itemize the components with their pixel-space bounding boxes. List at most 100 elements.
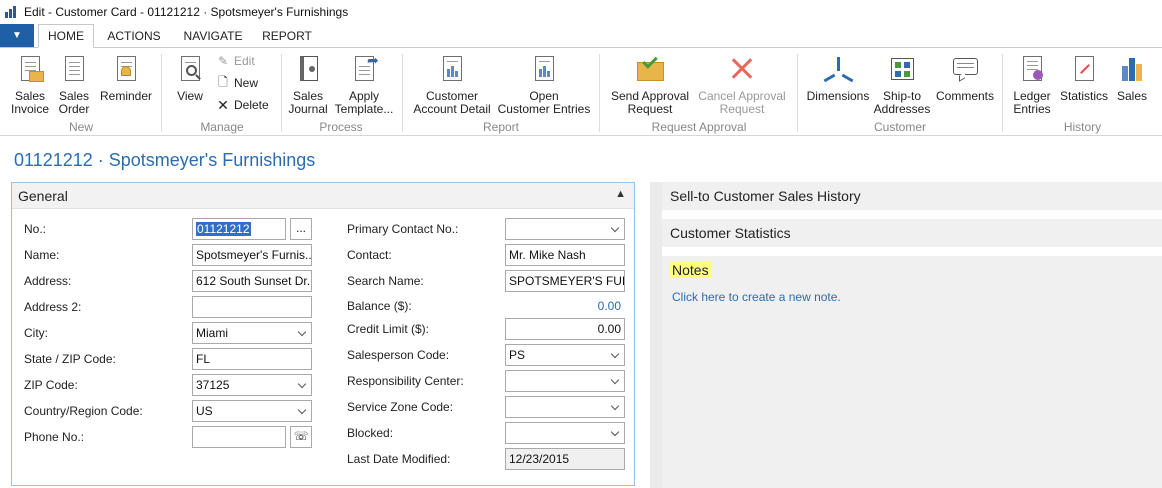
ship-to-addresses-icon xyxy=(886,54,918,86)
send-approval-request-button[interactable]: Send Approval Request xyxy=(606,53,694,116)
sales-button[interactable]: Sales xyxy=(1112,54,1152,103)
cancel-x-icon xyxy=(726,54,758,86)
credit-limit-label: Credit Limit ($): xyxy=(347,322,430,336)
comment-bubble-icon xyxy=(949,54,981,86)
no-field[interactable]: 01121212 xyxy=(192,218,286,240)
blocked-label: Blocked: xyxy=(347,426,394,440)
contact-field[interactable]: Mr. Mike Nash xyxy=(505,244,625,266)
app-logo-icon xyxy=(4,5,18,19)
last-date-modified-field: 12/23/2015 xyxy=(505,448,625,470)
state-field[interactable]: FL xyxy=(192,348,312,370)
group-label-history: History xyxy=(1063,120,1102,134)
balance-value-link[interactable]: 0.00 xyxy=(505,299,621,313)
country-region-label: Country/Region Code: xyxy=(24,404,143,418)
factbox-notes-title: Notes xyxy=(670,262,711,278)
city-select[interactable]: Miami xyxy=(192,322,312,344)
delete-x-icon: ✕ xyxy=(217,96,229,113)
ship-to-addresses-button[interactable]: Ship-to Addresses xyxy=(872,54,932,116)
factbox-divider xyxy=(650,182,662,488)
group-label-process: Process xyxy=(319,120,363,134)
collapse-chevron-icon[interactable]: ▲ xyxy=(615,188,626,200)
ledger-entries-icon xyxy=(1016,54,1048,86)
apply-template-button[interactable]: ➦ Apply Template... xyxy=(334,53,394,116)
service-zone-code-label: Service Zone Code: xyxy=(347,400,454,414)
address-2-field[interactable] xyxy=(192,296,312,318)
report-chart-icon xyxy=(436,54,468,86)
sales-journal-icon xyxy=(292,54,324,86)
sales-invoice-button[interactable]: Sales Invoice xyxy=(6,54,54,116)
search-name-field[interactable]: SPOTSMEYER'S FUR... xyxy=(505,270,625,292)
reminder-button[interactable]: Reminder xyxy=(98,54,154,103)
cancel-approval-request-button[interactable]: Cancel Approval Request xyxy=(694,54,790,116)
dimensions-icon xyxy=(822,54,854,86)
sales-invoice-icon xyxy=(14,54,46,86)
primary-contact-select[interactable] xyxy=(505,218,625,240)
tab-navigate[interactable]: NAVIGATE xyxy=(176,24,250,48)
ledger-entries-button[interactable]: Ledger Entries xyxy=(1008,54,1056,116)
balance-label: Balance ($): xyxy=(347,299,412,313)
no-label: No.: xyxy=(24,222,47,236)
zip-code-select[interactable]: 37125 xyxy=(192,374,312,396)
name-label: Name: xyxy=(24,248,60,262)
apply-template-icon: ➦ xyxy=(348,53,380,86)
no-assist-button[interactable]: ... xyxy=(290,218,312,240)
tab-home[interactable]: HOME xyxy=(38,24,94,48)
new-document-icon: 🗋 xyxy=(218,74,228,89)
address-label: Address: xyxy=(24,274,72,288)
open-customer-entries-button[interactable]: Open Customer Entries xyxy=(496,54,592,116)
comments-button[interactable]: Comments xyxy=(932,54,998,103)
customer-account-detail-button[interactable]: Customer Account Detail xyxy=(410,54,494,116)
ribbon-tabs: ▼ HOME ACTIONS NAVIGATE REPORT xyxy=(0,24,1162,48)
service-zone-code-select[interactable] xyxy=(505,396,625,418)
address-field[interactable]: 612 South Sunset Dr... xyxy=(192,270,312,292)
general-fasttab-header[interactable]: General ▲ xyxy=(12,183,634,209)
reminder-icon xyxy=(110,54,142,86)
factbox-sales-history[interactable]: Sell-to Customer Sales History xyxy=(662,182,1162,210)
sales-order-icon xyxy=(58,54,90,86)
credit-limit-field[interactable]: 0.00 xyxy=(505,318,625,340)
state-zip-label: State / ZIP Code: xyxy=(24,352,116,366)
title-bar: Edit - Customer Card - 01121212 · Spotsm… xyxy=(0,0,1162,24)
factbox-sales-history-title: Sell-to Customer Sales History xyxy=(670,188,861,204)
phone-no-field[interactable] xyxy=(192,426,286,448)
address-2-label: Address 2: xyxy=(24,300,82,314)
sales-bars-icon xyxy=(1116,54,1148,86)
primary-contact-label: Primary Contact No.: xyxy=(347,222,459,236)
group-label-report: Report xyxy=(482,120,520,134)
dimensions-button[interactable]: Dimensions xyxy=(804,54,872,103)
ribbon: Sales Invoice Sales Order Reminder New V… xyxy=(0,48,1162,136)
search-name-label: Search Name: xyxy=(347,274,424,288)
group-label-new: New xyxy=(68,120,93,134)
statistics-button[interactable]: Statistics xyxy=(1056,54,1112,103)
view-button[interactable]: View xyxy=(170,54,210,103)
phone-icon: ☏ xyxy=(293,429,309,443)
phone-no-label: Phone No.: xyxy=(24,430,85,444)
factbox-customer-statistics[interactable]: Customer Statistics xyxy=(662,219,1162,247)
send-approval-envelope-icon xyxy=(634,53,666,86)
blocked-select[interactable] xyxy=(505,422,625,444)
window-title: Edit - Customer Card - 01121212 · Spotsm… xyxy=(24,5,349,19)
edit-button[interactable]: ✎ Edit xyxy=(216,54,255,68)
delete-button[interactable]: ✕ Delete xyxy=(216,96,269,113)
responsibility-center-select[interactable] xyxy=(505,370,625,392)
contact-label: Contact: xyxy=(347,248,392,262)
app-menu-button[interactable]: ▼ xyxy=(0,24,34,47)
statistics-chart-icon xyxy=(1068,54,1100,86)
name-field[interactable]: Spotsmeyer's Furnis... xyxy=(192,244,312,266)
group-label-customer: Customer xyxy=(873,120,926,134)
page-title: 01121212 · Spotsmeyer's Furnishings xyxy=(14,150,316,170)
tab-report[interactable]: REPORT xyxy=(256,24,318,48)
city-label: City: xyxy=(24,326,48,340)
phone-dial-button[interactable]: ☏ xyxy=(290,426,312,448)
zip-code-label: ZIP Code: xyxy=(24,378,78,392)
last-date-modified-label: Last Date Modified: xyxy=(347,452,451,466)
pencil-icon: ✎ xyxy=(217,54,229,68)
country-region-select[interactable]: US xyxy=(192,400,312,422)
create-note-link[interactable]: Click here to create a new note. xyxy=(672,290,841,304)
tab-actions[interactable]: ACTIONS xyxy=(100,24,168,48)
salesperson-code-select[interactable]: PS xyxy=(505,344,625,366)
sales-journal-button[interactable]: Sales Journal xyxy=(286,54,330,116)
group-label-manage: Manage xyxy=(200,120,244,134)
sales-order-button[interactable]: Sales Order xyxy=(54,54,94,116)
new-button[interactable]: 🗋 New xyxy=(216,74,258,91)
